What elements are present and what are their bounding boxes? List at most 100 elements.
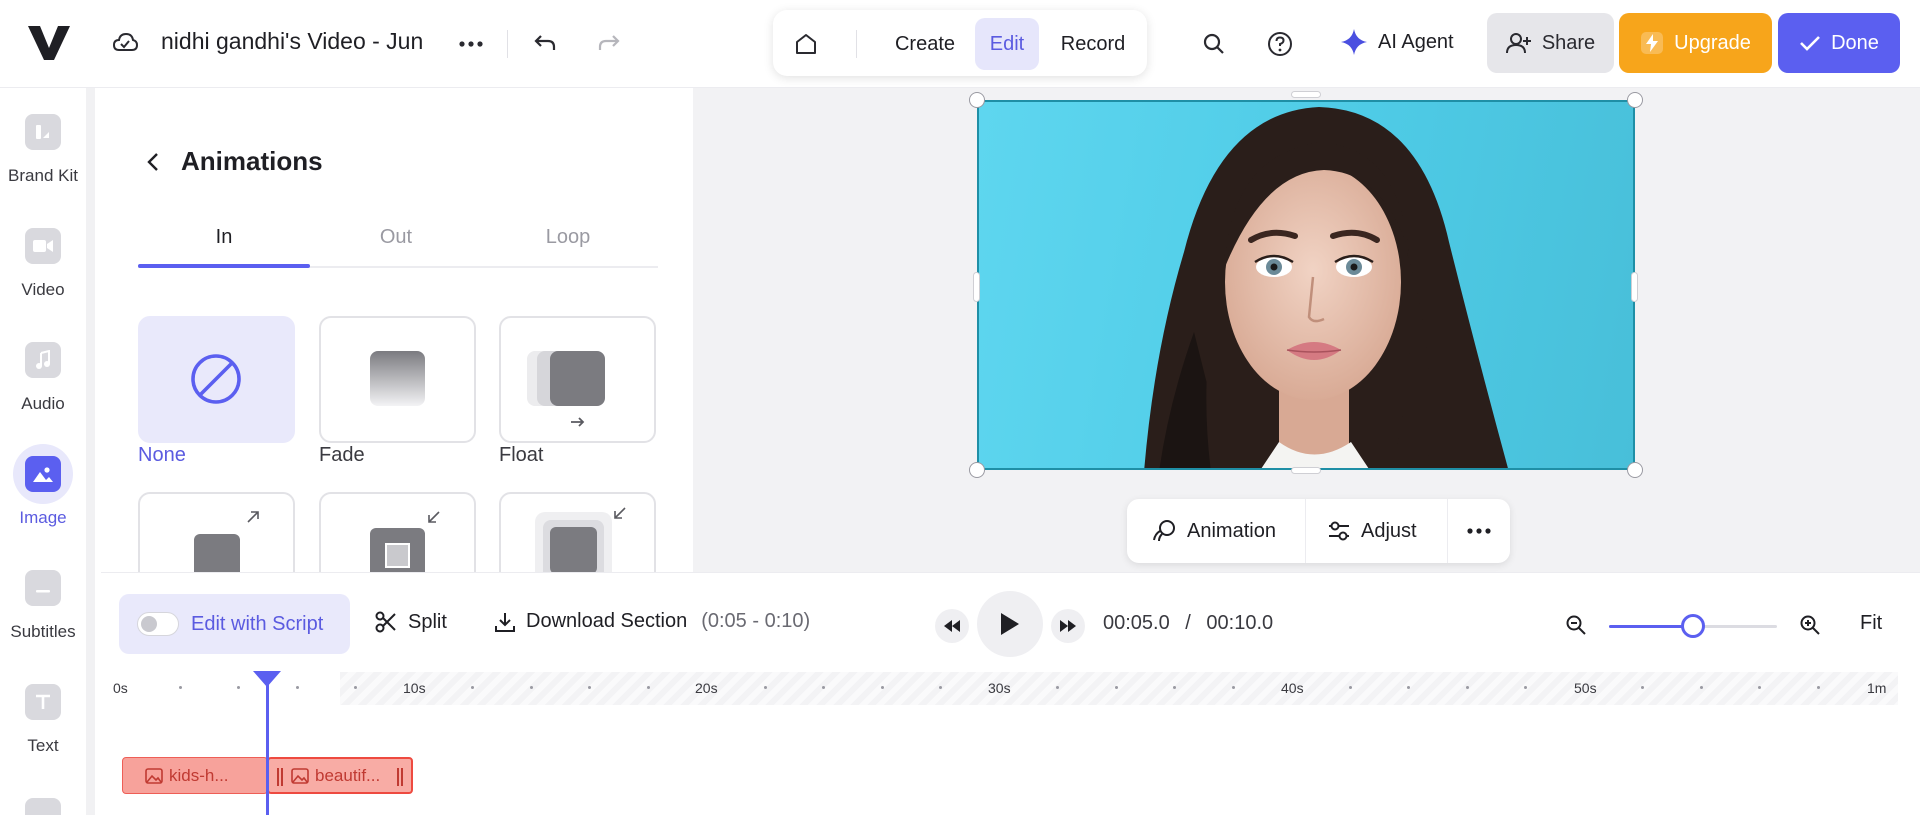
ruler-label-0s: 0s <box>113 680 128 696</box>
arrow-up-right-icon <box>247 511 259 523</box>
ruler-tick <box>471 686 474 689</box>
animation-card-float[interactable] <box>499 316 656 443</box>
resize-handle-bottom-right[interactable] <box>1627 462 1643 478</box>
more-actions-icon[interactable] <box>1467 499 1491 563</box>
redo-icon[interactable] <box>594 30 624 56</box>
ruler-tick <box>822 686 825 689</box>
selected-image[interactable] <box>977 100 1635 470</box>
text-icon <box>25 684 61 720</box>
search-icon[interactable] <box>1200 30 1228 58</box>
rail-item-video[interactable]: Video <box>0 216 86 300</box>
fit-button[interactable]: Fit <box>1860 612 1882 635</box>
resize-handle-left[interactable] <box>973 272 980 302</box>
playback-time: 00:05.0 / 00:10.0 <box>1103 612 1273 635</box>
app-logo[interactable] <box>26 22 72 62</box>
animation-label-fade: Fade <box>319 444 365 466</box>
clip-label: beautif... <box>315 765 381 785</box>
animation-card-shrink[interactable] <box>499 492 656 572</box>
rail-item-label: Audio <box>21 394 65 413</box>
undo-icon[interactable] <box>530 30 560 56</box>
playhead[interactable] <box>266 682 269 815</box>
rail-item-more[interactable] <box>0 786 86 815</box>
ruler-label-30s: 30s <box>988 680 1011 696</box>
resize-handle-top-right[interactable] <box>1627 92 1643 108</box>
mode-create-tab[interactable]: Create <box>880 18 970 70</box>
arrow-down-left-icon <box>614 507 626 519</box>
ruler-label-20s: 20s <box>695 680 718 696</box>
adjust-button[interactable]: Adjust <box>1327 499 1417 563</box>
more-elements-icon <box>25 798 61 815</box>
image-context-toolbar: Animation Adjust <box>1127 499 1510 563</box>
resize-handle-right[interactable] <box>1631 272 1638 302</box>
resize-handle-bottom-left[interactable] <box>969 462 985 478</box>
rail-item-text[interactable]: Text <box>0 672 86 756</box>
divider <box>1447 499 1448 563</box>
tab-out[interactable]: Out <box>310 226 482 268</box>
timeline-clip[interactable]: kids-h... <box>122 757 268 794</box>
done-button[interactable]: Done <box>1778 13 1900 73</box>
animation-card-none[interactable] <box>138 316 295 443</box>
clip-trim-handle-left[interactable] <box>277 768 283 786</box>
tab-loop[interactable]: Loop <box>482 226 654 268</box>
clip-label: kids-h... <box>169 765 229 785</box>
animation-card-zoom-out[interactable] <box>138 492 295 572</box>
ruler-tick <box>1641 686 1644 689</box>
resize-handle-top-left[interactable] <box>969 92 985 108</box>
animation-card-fade[interactable] <box>319 316 476 443</box>
ruler-tick <box>1407 686 1410 689</box>
rail-item-subtitles[interactable]: Subtitles <box>0 558 86 642</box>
rail-item-audio[interactable]: Audio <box>0 330 86 414</box>
ruler-tick <box>1348 686 1352 689</box>
edit-with-script-toggle[interactable]: Edit with Script <box>119 594 350 654</box>
share-button[interactable]: Share <box>1487 13 1614 73</box>
cloud-sync-icon[interactable] <box>112 30 138 56</box>
ai-agent-button[interactable]: AI Agent <box>1340 28 1454 56</box>
upgrade-button[interactable]: Upgrade <box>1619 13 1772 73</box>
help-icon[interactable] <box>1266 30 1294 58</box>
animation-button[interactable]: Animation <box>1151 499 1276 563</box>
ruler-tick <box>1524 686 1527 689</box>
play-icon <box>1001 613 1019 635</box>
mode-edit-tab[interactable]: Edit <box>975 18 1039 70</box>
timeline-clip-selected[interactable]: beautif... <box>267 757 413 794</box>
play-button[interactable] <box>977 591 1043 657</box>
resize-handle-top[interactable] <box>1291 91 1321 98</box>
arrow-down-left-icon <box>428 511 440 523</box>
tab-in[interactable]: In <box>138 226 310 268</box>
resize-handle-bottom[interactable] <box>1291 467 1321 474</box>
divider <box>856 30 857 58</box>
ruler-tick <box>237 686 240 689</box>
document-title[interactable]: nidhi gandhi's Video - Jun <box>161 28 435 55</box>
fast-forward-button[interactable] <box>1051 609 1085 643</box>
split-label: Split <box>408 610 447 633</box>
ruler-label-50s: 50s <box>1574 680 1597 696</box>
playhead-handle[interactable] <box>253 671 281 687</box>
rewind-icon <box>944 620 960 632</box>
rewind-button[interactable] <box>935 609 969 643</box>
rail-item-brand-kit[interactable]: Brand Kit <box>0 102 86 186</box>
zoom-out-icon[interactable] <box>1563 612 1589 638</box>
more-options-icon[interactable] <box>456 32 486 56</box>
clip-trim-handle-right[interactable] <box>397 768 403 786</box>
back-chevron-icon[interactable] <box>143 150 165 174</box>
zoom-slider-thumb[interactable] <box>1681 614 1705 638</box>
subtitles-icon <box>25 570 61 606</box>
ruler-tick <box>1758 686 1761 689</box>
animation-icon <box>1153 520 1175 542</box>
split-button[interactable]: Split <box>374 610 447 634</box>
animation-card-zoom-in[interactable] <box>319 492 476 572</box>
active-tab-indicator <box>138 264 310 268</box>
divider <box>1305 499 1306 563</box>
total-time: 00:10.0 <box>1206 612 1274 634</box>
upgrade-label: Upgrade <box>1674 31 1751 54</box>
add-user-icon <box>1505 33 1531 54</box>
ruler-tick <box>646 686 650 689</box>
ruler-tick <box>939 686 942 689</box>
toggle-switch[interactable] <box>137 612 179 636</box>
rail-item-image[interactable]: Image <box>0 444 86 528</box>
rail-scrollbar[interactable] <box>86 88 95 815</box>
zoom-in-icon[interactable] <box>1797 612 1823 638</box>
home-icon[interactable] <box>791 30 821 58</box>
mode-record-tab[interactable]: Record <box>1045 18 1141 70</box>
download-section-button[interactable]: Download Section (0:05 - 0:10) <box>494 610 810 633</box>
